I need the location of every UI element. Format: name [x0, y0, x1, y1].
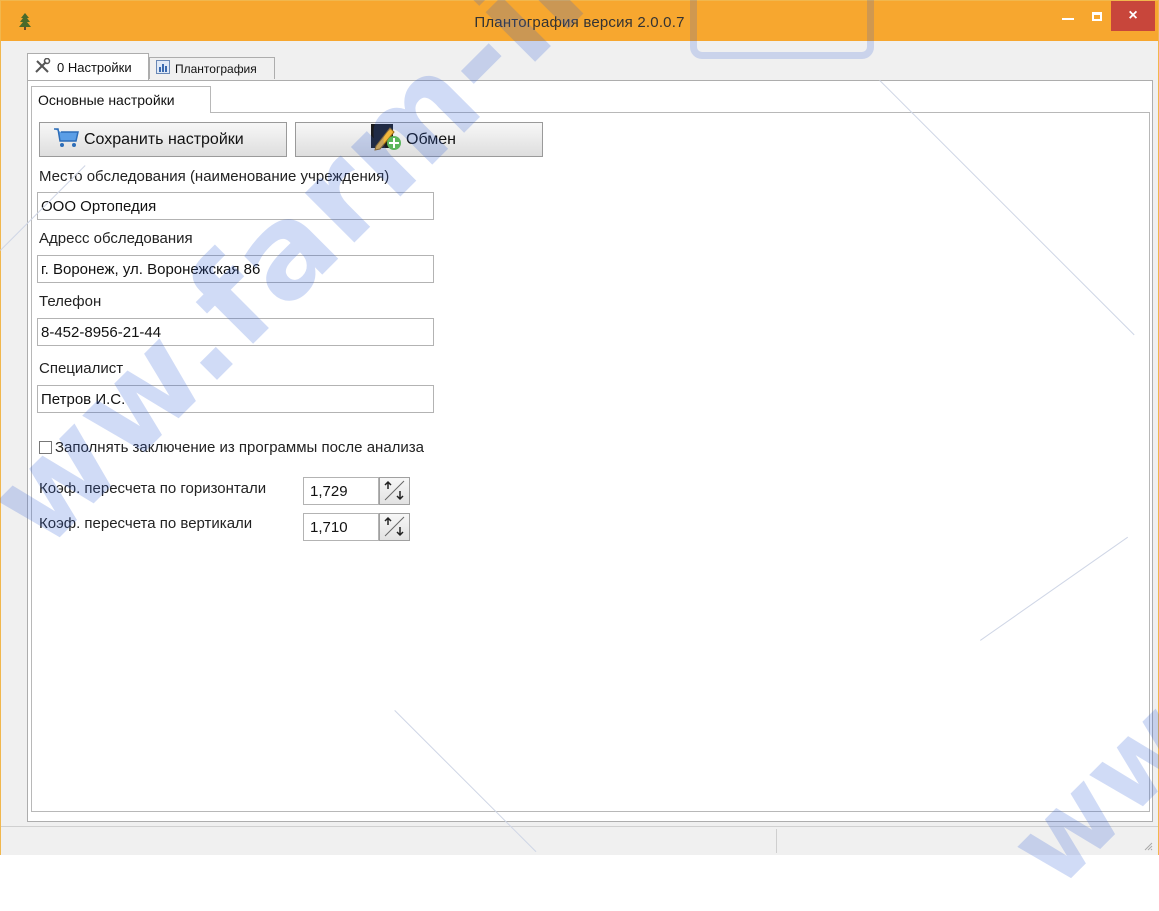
address-label: Адресс обследования: [39, 230, 193, 247]
chart-icon: [156, 60, 170, 77]
tab-plantography-label: Плантография: [175, 61, 257, 76]
coef-horizontal-spinner[interactable]: [379, 477, 410, 505]
status-bar: [1, 826, 1158, 855]
spinner-arrows-icon: [384, 480, 405, 501]
tab-settings-label: 0 Настройки: [57, 59, 132, 75]
minimize-button[interactable]: [1053, 1, 1083, 31]
coef-horizontal-input[interactable]: 1,729: [303, 477, 379, 505]
spinner-arrows-icon: [384, 516, 405, 537]
tab-plantography[interactable]: Плантография: [149, 57, 275, 79]
phone-label: Телефон: [39, 293, 102, 310]
coef-vertical-input[interactable]: 1,710: [303, 513, 379, 541]
close-button[interactable]: ×: [1111, 1, 1155, 31]
coef-vertical-spinner[interactable]: [379, 513, 410, 541]
minimize-icon: [1062, 18, 1074, 20]
maximize-button[interactable]: [1083, 1, 1111, 31]
watermark-logo: [690, 0, 874, 59]
tab-main-settings[interactable]: Основные настройки: [31, 86, 211, 113]
resize-grip-icon[interactable]: [1143, 841, 1153, 851]
save-settings-label: Сохранить настройки: [84, 130, 244, 148]
tools-icon: [34, 57, 52, 77]
save-settings-button[interactable]: Сохранить настройки: [39, 122, 287, 157]
close-icon: ×: [1128, 7, 1138, 24]
status-divider: [776, 829, 777, 853]
cart-icon: [52, 125, 80, 154]
tab-settings[interactable]: 0 Настройки: [27, 53, 149, 80]
maximize-icon: [1092, 11, 1102, 21]
